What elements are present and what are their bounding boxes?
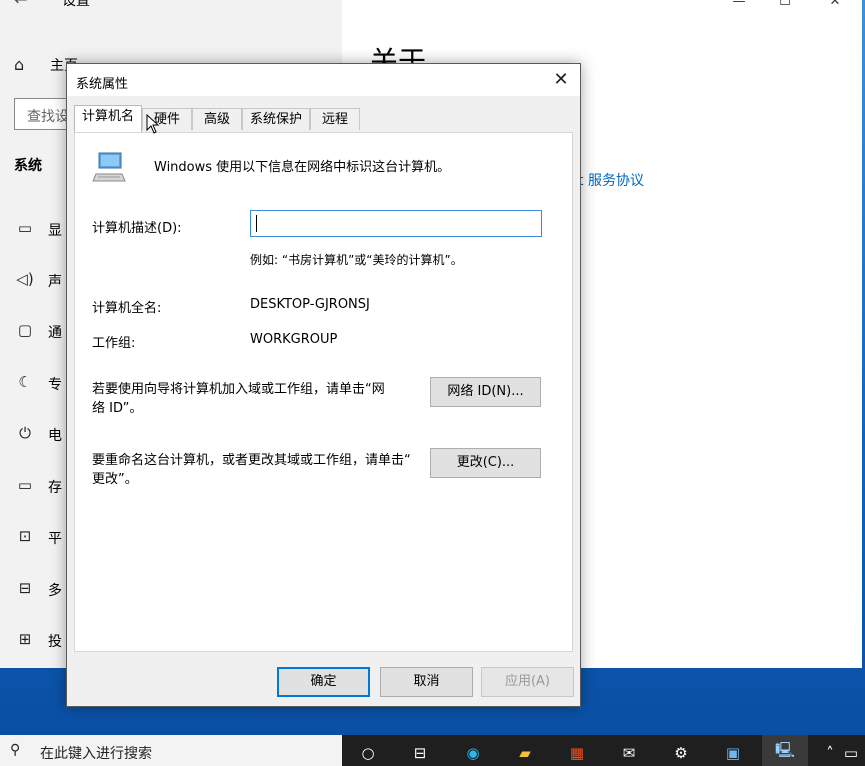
tab-advanced[interactable]: 高级 bbox=[192, 108, 242, 130]
sidebar-item-label: 声 bbox=[48, 274, 62, 290]
cancel-button[interactable]: 取消 bbox=[380, 667, 473, 697]
home-icon: ⌂ bbox=[14, 55, 25, 74]
focus-assist-icon: ☾ bbox=[18, 373, 32, 391]
section-title: 系统 bbox=[14, 158, 42, 174]
sidebar-item-label: 投 bbox=[48, 634, 62, 650]
full-name-label: 计算机全名: bbox=[92, 301, 162, 316]
network-id-text-cont: 络 ID”。 bbox=[92, 401, 143, 416]
text-caret bbox=[256, 215, 257, 232]
rename-text-cont: 更改”。 bbox=[92, 472, 138, 487]
store-icon[interactable]: ▦ bbox=[562, 742, 592, 764]
system-properties-dialog: 系统属性 ✕ 计算机名 硬件 高级 系统保护 远程 Windows 使用以下信息… bbox=[66, 63, 581, 707]
mouse-cursor-icon bbox=[146, 114, 160, 134]
dialog-titlebar[interactable]: 系统属性 ✕ bbox=[67, 64, 580, 96]
cortana-icon[interactable]: ○ bbox=[353, 742, 383, 764]
system-properties-icon[interactable]: 🖳 bbox=[762, 735, 808, 766]
sidebar-item-label: 多 bbox=[48, 583, 62, 599]
taskbar-search-text: 在此键入进行搜索 bbox=[40, 746, 152, 762]
projecting-icon: ⊞ bbox=[18, 630, 32, 648]
sidebar-item-label: 存 bbox=[48, 480, 62, 496]
sidebar-item-label: 电 bbox=[48, 428, 62, 444]
tab-system-protection[interactable]: 系统保护 bbox=[242, 108, 310, 130]
control-panel-icon[interactable]: ▣ bbox=[718, 742, 748, 764]
network-id-button[interactable]: 网络 ID(N)... bbox=[430, 377, 541, 407]
tab-panel-computer-name: Windows 使用以下信息在网络中标识这台计算机。 计算机描述(D): 例如:… bbox=[74, 132, 573, 652]
edge-icon[interactable]: ◉ bbox=[458, 742, 488, 764]
search-placeholder: 查找设 bbox=[27, 109, 69, 125]
change-button[interactable]: 更改(C)... bbox=[430, 448, 541, 478]
settings-title: 设置 bbox=[62, 0, 90, 9]
workgroup-value: WORKGROUP bbox=[250, 332, 338, 347]
network-id-text: 若要使用向导将计算机加入域或工作组，请单击“网 bbox=[92, 382, 385, 397]
sidebar-item-label: 显 bbox=[48, 223, 62, 239]
notifications-icon: ▢ bbox=[17, 321, 33, 339]
computer-description-label: 计算机描述(D): bbox=[92, 221, 182, 236]
workgroup-label: 工作组: bbox=[92, 336, 136, 351]
ok-button[interactable]: 确定 bbox=[277, 667, 370, 697]
tab-remote[interactable]: 远程 bbox=[310, 108, 360, 130]
tablet-icon: ⊡ bbox=[18, 527, 32, 545]
search-icon: ⚲ bbox=[10, 742, 21, 758]
back-arrow-icon[interactable]: ← bbox=[14, 0, 27, 9]
taskbar-search-box[interactable]: ⚲ 在此键入进行搜索 bbox=[0, 735, 342, 766]
file-explorer-icon[interactable]: ▰ bbox=[510, 742, 540, 764]
tray-network-icon[interactable]: ▭ bbox=[840, 742, 862, 764]
sound-icon: ◁) bbox=[16, 270, 34, 288]
sidebar-item-label: 专 bbox=[48, 377, 62, 393]
task-view-icon[interactable]: ⊟ bbox=[405, 742, 435, 764]
mail-icon[interactable]: ✉ bbox=[614, 742, 644, 764]
close-icon[interactable]: ✕ bbox=[812, 0, 858, 18]
multitasking-icon: ⊟ bbox=[18, 579, 32, 597]
storage-icon: ▭ bbox=[17, 476, 33, 494]
sidebar-item-label: 通 bbox=[48, 325, 62, 341]
intro-text: Windows 使用以下信息在网络中标识这台计算机。 bbox=[154, 160, 451, 175]
sidebar-item-label: 平 bbox=[48, 531, 62, 547]
description-example: 例如: “书房计算机”或“美玲的计算机”。 bbox=[250, 253, 463, 267]
rename-text: 要重命名这台计算机，或者更改其域或工作组，请单击“ bbox=[92, 453, 411, 468]
apply-button[interactable]: 应用(A) bbox=[481, 667, 574, 697]
display-icon: ▭ bbox=[17, 219, 33, 237]
service-agreement-link[interactable]: t 服务协议 bbox=[578, 170, 644, 190]
full-name-value: DESKTOP-GJRONSJ bbox=[250, 297, 370, 312]
computer-icon bbox=[92, 152, 126, 182]
close-icon[interactable]: ✕ bbox=[547, 68, 575, 92]
maximize-icon[interactable]: ☐ bbox=[762, 0, 808, 18]
tab-computer-name[interactable]: 计算机名 bbox=[74, 105, 142, 132]
computer-description-input[interactable] bbox=[250, 210, 542, 237]
dialog-title: 系统属性 bbox=[76, 77, 129, 92]
power-icon: ⏻ bbox=[19, 424, 31, 442]
settings-icon[interactable]: ⚙ bbox=[666, 742, 696, 764]
minimize-icon[interactable]: — bbox=[716, 0, 762, 18]
